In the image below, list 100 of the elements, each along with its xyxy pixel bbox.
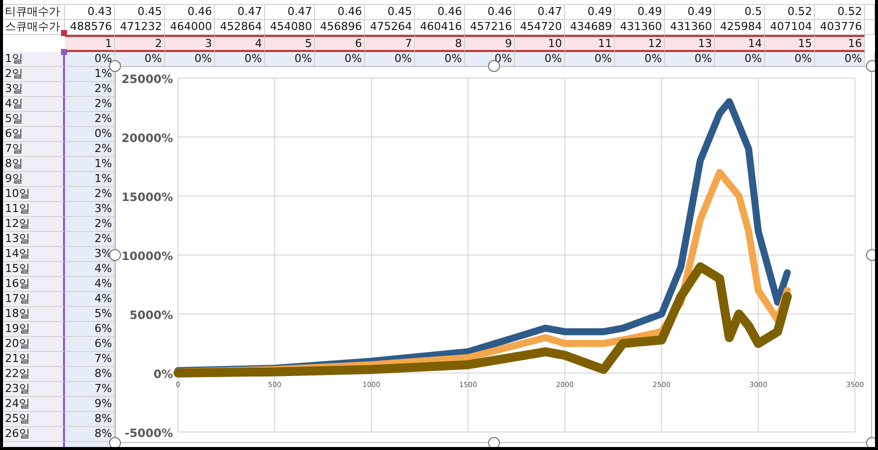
table-cell: 0.49 [565, 5, 615, 20]
column-number: 10 [515, 35, 565, 52]
row-label: 6일 [3, 127, 65, 142]
table-cell: 0% [65, 52, 115, 67]
table-cell: 7% [65, 352, 115, 367]
column-number: 5 [265, 35, 315, 52]
row-label: 13일 [3, 232, 65, 247]
table-cell: 4% [65, 292, 115, 307]
table-cell: 0.46 [465, 5, 515, 20]
row-label: 11일 [3, 202, 65, 217]
row-label: 20일 [3, 337, 65, 352]
table-cell: 4% [65, 277, 115, 292]
table-cell: 6% [65, 322, 115, 337]
column-number: 11 [565, 35, 615, 52]
table-cell: 4% [65, 262, 115, 277]
row-label: 24일 [3, 397, 65, 412]
table-cell: 0% [515, 52, 565, 67]
table-cell: 0.47 [265, 5, 315, 20]
range-handle[interactable] [61, 30, 67, 36]
table-cell: 8% [65, 427, 115, 442]
table-cell: 0.49 [665, 5, 715, 20]
table-cell: 0% [415, 52, 465, 67]
row-label: 15일 [3, 262, 65, 277]
resize-handle[interactable] [866, 60, 875, 72]
y-tick-label: 10000% [121, 249, 173, 263]
table-cell: 2% [65, 142, 115, 157]
row-label: 19일 [3, 322, 65, 337]
row-label: 16일 [3, 277, 65, 292]
range-handle[interactable] [61, 49, 67, 55]
column-number: 14 [715, 35, 765, 52]
row-label: 12일 [3, 217, 65, 232]
table-cell: 0% [65, 127, 115, 142]
table-cell: 1% [65, 67, 115, 82]
table-cell: 6% [65, 337, 115, 352]
row-label: 14일 [3, 247, 65, 262]
row-label: 23일 [3, 382, 65, 397]
column-number: 12 [615, 35, 665, 52]
table-cell: 0.46 [315, 5, 365, 20]
y-tick-label: 0% [153, 367, 173, 381]
table-cell: 2% [65, 112, 115, 127]
column-number: 15 [765, 35, 815, 52]
row-label: 22일 [3, 367, 65, 382]
table-cell: 0% [365, 52, 415, 67]
row-label: 7일 [3, 142, 65, 157]
column-number: 9 [465, 35, 515, 52]
table-cell: 0% [715, 52, 765, 67]
table-cell: 0.52 [765, 5, 815, 20]
row-label: 21일 [3, 352, 65, 367]
y-tick-label: 20000% [121, 131, 173, 145]
column-number: 8 [415, 35, 465, 52]
table-cell: 0.52 [815, 5, 865, 20]
table-cell: 2% [65, 232, 115, 247]
table-cell: 9% [65, 397, 115, 412]
table-cell: 8% [65, 412, 115, 427]
table-cell: 0% [315, 52, 365, 67]
y-tick-label: 5000% [129, 308, 173, 322]
table-cell: 0.45 [365, 5, 415, 20]
column-number: 1 [65, 35, 115, 52]
row-label: 티큐매수가 [3, 5, 65, 20]
table-cell: 2% [65, 97, 115, 112]
table-cell: 0.45 [115, 5, 165, 20]
table-cell: 0% [265, 52, 315, 67]
y-tick-label: -5000% [124, 426, 173, 440]
table-cell: 0% [615, 52, 665, 67]
y-tick-label: 25000% [121, 72, 173, 86]
table-cell: 0.49 [615, 5, 665, 20]
table-cell: 0.5 [715, 5, 765, 20]
row-label: 4일 [3, 97, 65, 112]
row-label: 1일 [3, 52, 65, 67]
column-number: 2 [115, 35, 165, 52]
table-cell: 0.46 [415, 5, 465, 20]
row-label: 17일 [3, 292, 65, 307]
row-label: 3일 [3, 82, 65, 97]
table-cell: 0.46 [165, 5, 215, 20]
column-number: 6 [315, 35, 365, 52]
row-label: 10일 [3, 187, 65, 202]
table-cell: 8% [65, 367, 115, 382]
table-cell: 0% [565, 52, 615, 67]
table-cell: 0.47 [515, 5, 565, 20]
table-cell: 1% [65, 172, 115, 187]
column-number: 4 [215, 35, 265, 52]
column-number: 7 [365, 35, 415, 52]
column-number: 3 [165, 35, 215, 52]
table-cell: 0.43 [65, 5, 115, 20]
column-number: 13 [665, 35, 715, 52]
row-label: 8일 [3, 157, 65, 172]
row-label: 18일 [3, 307, 65, 322]
row-label: 25일 [3, 412, 65, 427]
table-cell: 0% [815, 52, 865, 67]
table-cell: 3% [65, 202, 115, 217]
table-cell: 2% [65, 187, 115, 202]
table-cell: 2% [65, 82, 115, 97]
column-number: 16 [815, 35, 865, 52]
y-tick-label: 15000% [121, 190, 173, 204]
table-cell: 5% [65, 307, 115, 322]
row-label: 2일 [3, 67, 65, 82]
table-cell: 0% [665, 52, 715, 67]
table-cell: 0% [765, 52, 815, 67]
table-cell: 0% [215, 52, 265, 67]
row-label: 26일 [3, 427, 65, 442]
